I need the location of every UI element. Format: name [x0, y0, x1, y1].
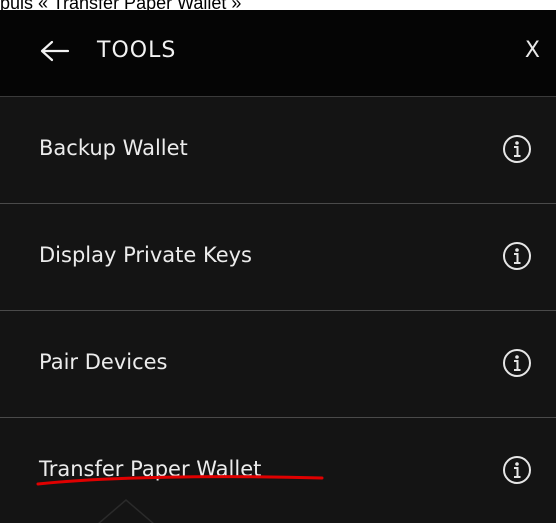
menu-item-label: Backup Wallet [39, 136, 188, 160]
info-circle-icon[interactable] [502, 134, 532, 164]
menu-item-backup-wallet[interactable]: Backup Wallet [0, 97, 556, 204]
close-button[interactable]: X [525, 37, 540, 65]
decorative-chevron-shape [98, 499, 154, 523]
menu-item-display-private-keys[interactable]: Display Private Keys [0, 204, 556, 311]
tools-panel: TOOLS X Backup Wallet Display Private Ke… [0, 10, 556, 523]
menu-item-label: Display Private Keys [39, 243, 252, 267]
info-circle-icon[interactable] [502, 348, 532, 378]
info-circle-icon[interactable] [502, 241, 532, 271]
panel-header: TOOLS X [0, 10, 556, 97]
red-underline-annotation [36, 475, 324, 486]
info-circle-icon[interactable] [502, 455, 532, 485]
menu-item-transfer-paper-wallet[interactable]: Transfer Paper Wallet [0, 418, 556, 523]
page-title: TOOLS [97, 38, 177, 63]
menu-item-label: Pair Devices [39, 350, 168, 374]
menu-item-pair-devices[interactable]: Pair Devices [0, 311, 556, 418]
arrow-left-icon[interactable] [40, 40, 70, 62]
screenshot: puis « Transfer Paper Wallet » TOOLS X B… [0, 0, 556, 523]
